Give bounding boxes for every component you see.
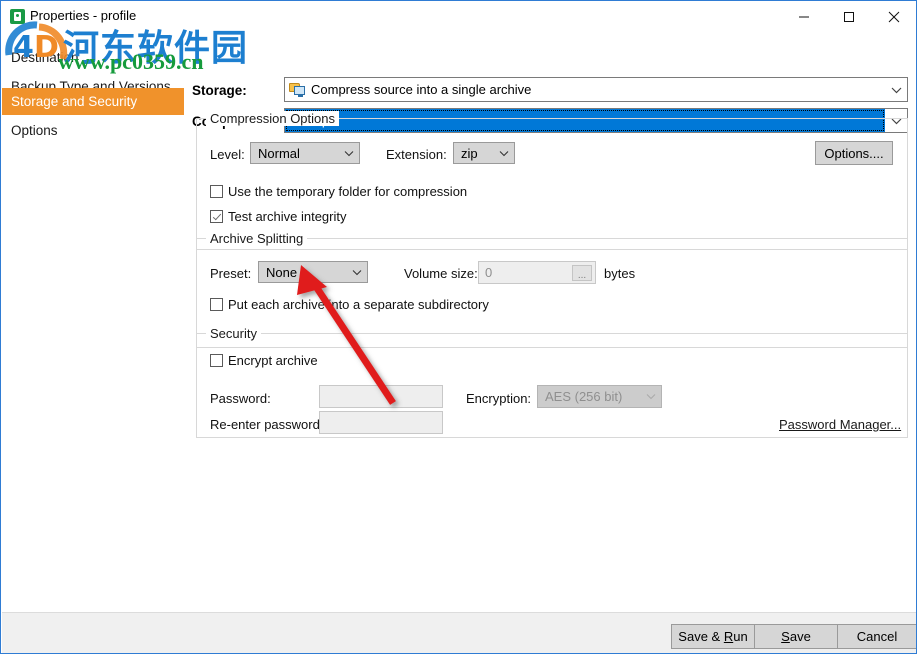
save-label: Save — [781, 629, 811, 644]
storage-value: Compress source into a single archive — [311, 82, 531, 97]
window-controls — [781, 1, 916, 32]
use-temp-folder-checkbox[interactable]: Use the temporary folder for compression — [210, 184, 467, 199]
separate-subdirectory-label: Put each archive into a separate subdire… — [228, 297, 489, 312]
password-field[interactable] — [319, 385, 443, 408]
save-and-run-label: Save & Run — [678, 629, 747, 644]
security-title: Security — [206, 326, 261, 341]
storage-label: Storage: — [192, 83, 247, 98]
test-archive-integrity-label: Test archive integrity — [228, 209, 347, 224]
window-title: Properties - profile — [30, 8, 136, 23]
accel-key: S — [781, 629, 790, 644]
compression-options-title: Compression Options — [206, 111, 339, 126]
reenter-password-label: Re-enter password: — [210, 417, 323, 432]
encryption-dropdown[interactable]: AES (256 bit) — [537, 385, 662, 408]
dialog-footer: Save & Run Save Cancel — [2, 612, 916, 653]
properties-dialog: Properties - profile Destination Backup … — [0, 0, 917, 654]
level-label: Level: — [210, 147, 245, 162]
cancel-button[interactable]: Cancel — [837, 624, 917, 649]
maximize-button[interactable] — [826, 1, 871, 32]
settings-panel: Storage: Compress source into a single a… — [184, 32, 917, 612]
save-and-run-button[interactable]: Save & Run — [671, 624, 755, 649]
test-archive-integrity-checkbox[interactable]: Test archive integrity — [210, 209, 347, 224]
extension-dropdown[interactable]: zip — [453, 142, 515, 164]
archive-splitting-title: Archive Splitting — [206, 231, 307, 246]
archive-splitting-group: Archive Splitting Preset: None Volume si… — [196, 238, 908, 348]
storage-combobox[interactable]: Compress source into a single archive — [284, 77, 908, 102]
accel-key: R — [724, 629, 733, 644]
preset-value: None — [259, 265, 347, 280]
level-dropdown[interactable]: Normal — [250, 142, 360, 164]
close-button[interactable] — [871, 1, 916, 32]
separate-subdirectory-checkbox[interactable]: Put each archive into a separate subdire… — [210, 297, 489, 312]
volume-size-value: 0 — [479, 265, 572, 280]
chevron-down-icon[interactable] — [885, 78, 907, 101]
chevron-down-icon — [494, 150, 514, 157]
checkbox-box — [210, 185, 223, 198]
encrypt-archive-checkbox[interactable]: Encrypt archive — [210, 353, 318, 368]
sidebar-item-label: Storage and Security — [11, 94, 137, 109]
use-temp-folder-label: Use the temporary folder for compression — [228, 184, 467, 199]
title-bar: Properties - profile — [1, 1, 916, 32]
password-manager-link[interactable]: Password Manager... — [779, 417, 901, 432]
preset-label: Preset: — [210, 266, 251, 281]
extension-value: zip — [454, 146, 494, 161]
volume-size-label: Volume size: — [404, 266, 478, 281]
password-label: Password: — [210, 391, 271, 406]
volume-size-input[interactable]: 0 ... — [478, 261, 596, 284]
preset-dropdown[interactable]: None — [258, 261, 368, 283]
checkbox-box — [210, 298, 223, 311]
encryption-label: Encryption: — [466, 391, 531, 406]
extension-label: Extension: — [386, 147, 447, 162]
volume-size-browse-button[interactable]: ... — [572, 265, 592, 281]
security-group: Security Encrypt archive Password: Re-en… — [196, 333, 908, 438]
bytes-label: bytes — [604, 266, 635, 281]
checkbox-box — [210, 354, 223, 367]
sidebar-item-label: Options — [11, 123, 58, 138]
sidebar-nav: Destination Backup Type and Versions Sto… — [2, 32, 184, 612]
sidebar-item-storage-and-security[interactable]: Storage and Security — [2, 88, 184, 115]
encryption-value: AES (256 bit) — [538, 389, 641, 404]
save-button[interactable]: Save — [754, 624, 838, 649]
chevron-down-icon — [347, 269, 367, 276]
chevron-down-icon — [339, 150, 359, 157]
compression-options-button[interactable]: Options.... — [815, 141, 893, 165]
monitor-folder-icon — [289, 83, 305, 97]
reenter-password-field[interactable] — [319, 411, 443, 434]
encrypt-archive-label: Encrypt archive — [228, 353, 318, 368]
sidebar-item-label: Destination — [11, 50, 79, 65]
checkbox-box — [210, 210, 223, 223]
minimize-button[interactable] — [781, 1, 826, 32]
app-icon — [10, 9, 25, 24]
level-value: Normal — [251, 146, 339, 161]
chevron-down-icon — [641, 393, 661, 400]
sidebar-item-destination[interactable]: Destination — [2, 44, 184, 71]
sidebar-item-options[interactable]: Options — [2, 117, 184, 144]
